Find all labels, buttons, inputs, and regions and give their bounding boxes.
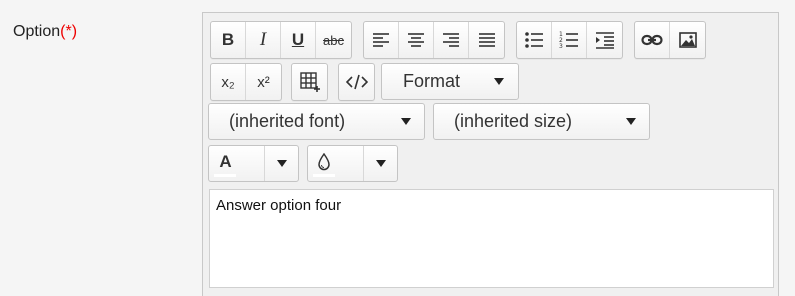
code-icon [345, 74, 368, 90]
list-group: 123 [516, 21, 623, 59]
bullet-list-button[interactable] [517, 22, 552, 58]
image-icon [678, 32, 697, 48]
align-justify-icon [478, 33, 495, 47]
strikethrough-button[interactable]: abc [316, 22, 351, 58]
align-right-icon [443, 33, 459, 47]
indent-icon [595, 32, 614, 49]
underline-icon: U [291, 30, 305, 49]
table-icon [299, 72, 320, 92]
chevron-down-icon [401, 118, 411, 125]
svg-text:3: 3 [559, 43, 563, 49]
alignment-group [363, 21, 505, 59]
font-size-select[interactable]: (inherited size) [433, 103, 650, 140]
source-group [338, 63, 375, 101]
format-select[interactable]: Format [381, 63, 519, 100]
rich-text-editor: B I U abc 1 2 3 x₂ x² Format (inherited … [202, 12, 779, 296]
align-right-button[interactable] [434, 22, 469, 58]
background-color-picker[interactable] [307, 145, 398, 182]
italic-button[interactable]: I [246, 22, 281, 58]
superscript-button[interactable]: x² [246, 64, 281, 100]
text-color-icon: A [219, 151, 232, 171]
table-group [291, 63, 328, 101]
script-group: x₂ x² [210, 63, 282, 101]
paint-drop-icon [317, 153, 330, 171]
chevron-down-icon [375, 160, 386, 167]
format-select-label: Format [403, 71, 461, 91]
numbered-list-button[interactable]: 123 [552, 22, 587, 58]
font-family-select-label: (inherited font) [229, 111, 346, 131]
chevron-down-icon [494, 78, 504, 85]
align-left-button[interactable] [364, 22, 399, 58]
editor-content-text: Answer option four [216, 197, 342, 214]
subscript-button[interactable]: x₂ [211, 64, 246, 100]
numbered-list-icon: 123 [559, 31, 578, 49]
text-style-group: B I U abc [210, 21, 352, 59]
link-icon [641, 34, 663, 46]
table-button[interactable] [292, 64, 327, 100]
subscript-icon: x₂ [221, 73, 235, 91]
background-color-swatch [313, 174, 335, 177]
text-color-button[interactable]: A [209, 146, 265, 181]
align-center-icon [408, 33, 424, 47]
text-color-picker[interactable]: A [208, 145, 299, 182]
text-color-dropdown[interactable] [265, 146, 298, 181]
link-button[interactable] [635, 22, 670, 58]
option-label: Option(*) [13, 23, 77, 41]
strikethrough-icon: abc [323, 32, 344, 48]
required-marker: (*) [60, 23, 78, 40]
indent-button[interactable] [587, 22, 622, 58]
image-button[interactable] [670, 22, 705, 58]
option-label-text: Option [13, 23, 61, 40]
source-code-button[interactable] [339, 64, 374, 100]
font-family-select[interactable]: (inherited font) [208, 103, 425, 140]
font-size-select-label: (inherited size) [454, 111, 573, 131]
align-justify-button[interactable] [469, 22, 504, 58]
bold-icon: B [221, 30, 235, 49]
text-color-swatch [214, 174, 236, 177]
editor-content-area[interactable]: Answer option four [209, 189, 774, 288]
background-color-dropdown[interactable] [364, 146, 397, 181]
background-color-button[interactable] [308, 146, 364, 181]
italic-icon: I [259, 29, 267, 50]
insert-group [634, 21, 706, 59]
page: Option(*) B I U abc 1 2 3 x₂ x² Format (… [0, 0, 795, 296]
bold-button[interactable]: B [211, 22, 246, 58]
chevron-down-icon [626, 118, 636, 125]
bullet-list-icon [525, 32, 543, 48]
align-left-icon [373, 33, 389, 47]
chevron-down-icon [276, 160, 287, 167]
underline-button[interactable]: U [281, 22, 316, 58]
align-center-button[interactable] [399, 22, 434, 58]
superscript-icon: x² [257, 73, 270, 91]
